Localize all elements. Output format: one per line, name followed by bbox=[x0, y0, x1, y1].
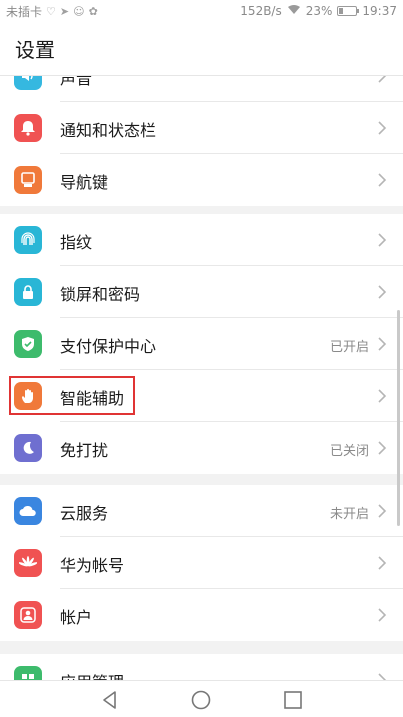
settings-item-fingerprint[interactable]: 指纹 bbox=[0, 214, 403, 266]
navigation-bar bbox=[0, 680, 403, 717]
settings-item-notifications[interactable]: 通知和状态栏 bbox=[0, 102, 403, 154]
telegram-notification-icon: ➤ bbox=[59, 4, 70, 18]
settings-item-sound[interactable]: 声音 bbox=[0, 76, 403, 102]
settings-item-label: 锁屏和密码 bbox=[60, 285, 141, 304]
scrollbar[interactable] bbox=[397, 310, 400, 526]
bell-icon bbox=[14, 114, 42, 142]
chevron-right-icon bbox=[378, 76, 387, 83]
status-text: 已开启 bbox=[329, 340, 369, 355]
settings-item-label: 华为帐号 bbox=[60, 556, 125, 575]
lock-icon bbox=[14, 278, 42, 306]
chevron-right-icon bbox=[378, 233, 387, 247]
chevron-right-icon bbox=[378, 441, 387, 455]
chevron-right-icon bbox=[378, 504, 387, 518]
settings-item-do-not-disturb[interactable]: 免打扰 已关闭 bbox=[0, 422, 403, 474]
chevron-right-icon bbox=[378, 285, 387, 299]
battery-icon bbox=[337, 6, 360, 16]
settings-item-label: 通知和状态栏 bbox=[60, 121, 157, 140]
settings-item-cloud-service[interactable]: 云服务 未开启 bbox=[0, 485, 403, 537]
cloud-icon bbox=[14, 497, 42, 525]
battery-percent: 23% bbox=[305, 4, 333, 18]
settings-item-label: 声音 bbox=[60, 76, 93, 88]
status-bar: 未插卡 ♡ ➤ ☺ ✿ 152B/s 23% 19:37 bbox=[0, 0, 403, 22]
fingerprint-icon bbox=[14, 226, 42, 254]
settings-item-lock-screen[interactable]: 锁屏和密码 bbox=[0, 266, 403, 318]
paw-notification-icon: ✿ bbox=[88, 4, 98, 18]
home-icon[interactable] bbox=[190, 689, 212, 711]
settings-group-1: 声音 通知和状态栏 导航键 bbox=[0, 76, 403, 206]
highlight-box bbox=[9, 376, 135, 415]
chevron-right-icon bbox=[378, 389, 387, 403]
settings-item-accounts[interactable]: 帐户 bbox=[0, 589, 403, 641]
settings-item-label: 云服务 bbox=[60, 504, 109, 523]
shield-icon bbox=[14, 330, 42, 358]
settings-item-app-management[interactable]: 应用管理 bbox=[0, 654, 403, 680]
back-icon[interactable] bbox=[99, 689, 121, 711]
settings-item-label: 免打扰 bbox=[60, 441, 109, 460]
chevron-right-icon bbox=[378, 337, 387, 351]
clock: 19:37 bbox=[362, 4, 397, 18]
heart-notification-icon: ♡ bbox=[46, 4, 56, 18]
chevron-right-icon bbox=[378, 608, 387, 622]
chevron-right-icon bbox=[378, 673, 387, 680]
settings-item-navigation-key[interactable]: 导航键 bbox=[0, 154, 403, 206]
wifi-icon bbox=[287, 4, 301, 18]
settings-item-huawei-account[interactable]: 华为帐号 bbox=[0, 537, 403, 589]
navigation-key-icon bbox=[14, 166, 42, 194]
settings-item-label: 指纹 bbox=[60, 233, 93, 252]
speaker-icon bbox=[14, 76, 42, 90]
page-title: 设置 bbox=[0, 22, 403, 76]
carrier-text: 未插卡 bbox=[6, 4, 43, 19]
settings-item-label: 应用管理 bbox=[60, 669, 124, 680]
settings-item-label: 帐户 bbox=[60, 608, 93, 627]
chevron-right-icon bbox=[378, 173, 387, 187]
moon-icon bbox=[14, 434, 42, 462]
chevron-right-icon bbox=[378, 121, 387, 135]
chevron-right-icon bbox=[378, 556, 387, 570]
network-speed: 152B/s bbox=[240, 4, 282, 18]
app-notification-icon: ☺ bbox=[73, 4, 85, 18]
settings-group-3: 云服务 未开启 华为帐号 帐户 bbox=[0, 485, 403, 641]
settings-item-payment-protection[interactable]: 支付保护中心 已开启 bbox=[0, 318, 403, 370]
status-text: 已关闭 bbox=[329, 444, 369, 459]
huawei-logo-icon bbox=[14, 549, 42, 577]
account-icon bbox=[14, 601, 42, 629]
settings-item-label: 支付保护中心 bbox=[60, 337, 157, 356]
apps-icon bbox=[14, 666, 42, 680]
settings-item-label: 导航键 bbox=[60, 173, 109, 192]
status-text: 未开启 bbox=[329, 507, 369, 522]
recent-apps-icon[interactable] bbox=[282, 689, 304, 711]
settings-group-2: 指纹 锁屏和密码 支付保护中心 已开启 智能辅助 免打扰 已关闭 bbox=[0, 214, 403, 474]
settings-group-4: 应用管理 bbox=[0, 654, 403, 680]
